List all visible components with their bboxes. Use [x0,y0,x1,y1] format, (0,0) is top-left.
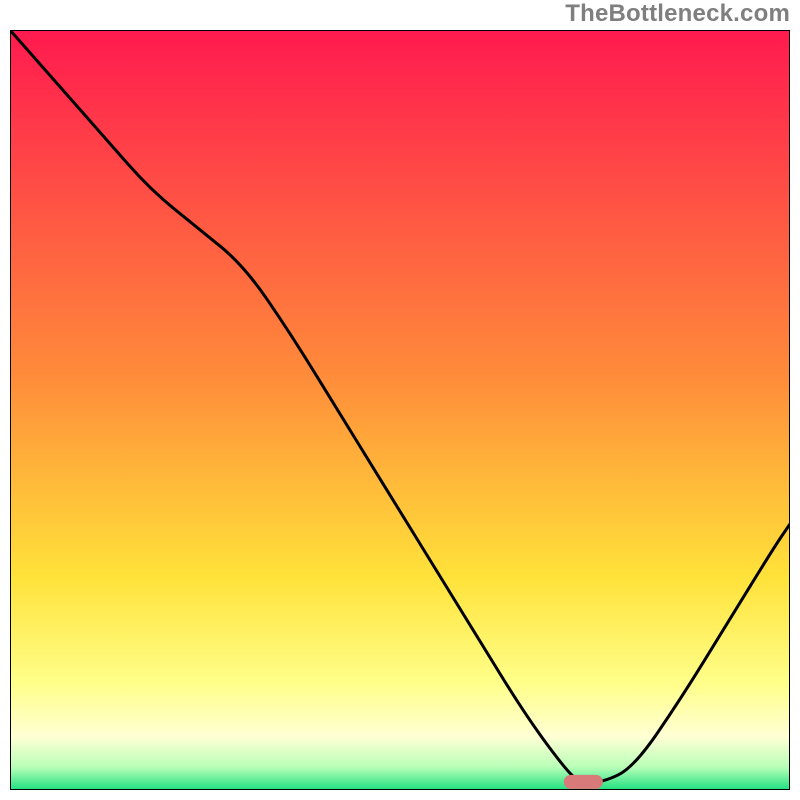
chart-container: TheBottleneck.com [0,0,800,800]
gradient-background [10,30,790,790]
watermark-label: TheBottleneck.com [565,0,790,28]
optimal-marker [564,775,603,789]
chart-svg [10,30,790,790]
plot-area [10,30,790,790]
